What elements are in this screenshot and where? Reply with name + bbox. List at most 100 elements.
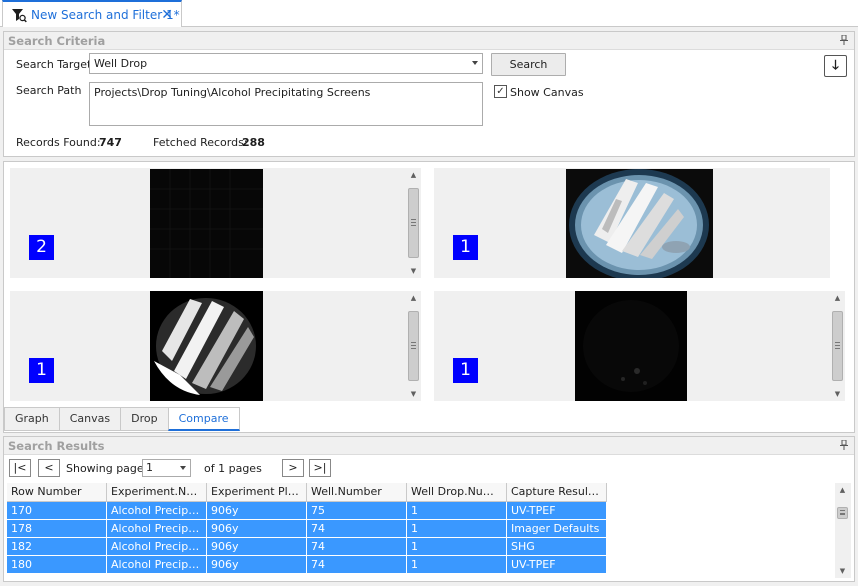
table-cell: 906y [207,502,307,520]
column-header[interactable]: Well Drop.Number [407,483,507,502]
compare-cell[interactable]: 1 [434,291,830,401]
tab-canvas[interactable]: Canvas [58,407,122,431]
fetched-records-value: 288 [242,136,265,149]
records-found-value: 747 [99,136,122,149]
show-canvas-label: Show Canvas [510,86,584,99]
table-cell: 74 [307,520,407,538]
search-target-label: Search Target [16,58,92,71]
table-cell: SHG [507,538,607,556]
table-cell: 1 [407,556,507,574]
scroll-down-icon[interactable]: ▼ [406,387,421,401]
table-cell: 1 [407,538,507,556]
document-tabstrip: New Search and Filter 1* ✕ [0,0,858,27]
scroll-down-icon[interactable]: ▼ [835,564,850,578]
drop-image [150,291,263,401]
column-header[interactable]: Well.Number [307,483,407,502]
chevron-down-icon[interactable] [472,61,478,65]
table-cell: 906y [207,556,307,574]
search-criteria-title: Search Criteria [8,33,106,48]
first-page-button[interactable]: |< [9,459,31,477]
close-icon[interactable]: ✕ [161,7,173,23]
tab-new-search-and-filter[interactable]: New Search and Filter 1* ✕ [2,0,182,27]
table-cell: 906y [207,538,307,556]
scroll-thumb[interactable] [837,507,848,519]
show-canvas-checkbox[interactable]: ✓ [494,85,507,98]
column-header[interactable]: Capture Result.... [507,483,607,502]
arrow-down-icon[interactable]: 🡓 [824,55,847,77]
pin-icon[interactable] [840,440,848,450]
search-target-value: Well Drop [94,57,148,70]
search-button[interactable]: Search [491,53,566,76]
compare-cell[interactable]: 2 [10,168,406,278]
drop-image [150,169,263,278]
scroll-down-icon[interactable]: ▼ [406,264,421,278]
table-cell: 180 [7,556,107,574]
grid-header: Row Number Experiment.Name Experiment Pl… [7,483,607,502]
scroll-up-icon[interactable]: ▲ [406,168,421,182]
drop-image [566,169,713,278]
table-row[interactable]: 182 Alcohol Precipita... 906y 74 1 SHG [7,538,607,556]
pin-icon[interactable] [840,35,848,45]
table-cell: 1 [407,520,507,538]
table-cell: 74 [307,538,407,556]
table-cell: 182 [7,538,107,556]
vertical-scrollbar[interactable]: ▲ ▼ [830,291,845,401]
table-cell: 906y [207,520,307,538]
column-header[interactable]: Row Number [7,483,107,502]
drop-image [575,291,687,401]
next-page-button[interactable]: > [282,459,304,477]
scroll-thumb[interactable] [408,188,419,258]
table-cell: Alcohol Precipita... [107,556,207,574]
scroll-thumb[interactable] [832,311,843,381]
table-cell: UV-TPEF [507,502,607,520]
results-grid: Row Number Experiment.Name Experiment Pl… [7,483,835,578]
dark-drop-image [150,169,263,278]
showing-page-label: Showing page [66,462,144,475]
scroll-thumb[interactable] [408,311,419,381]
compare-cell[interactable]: 1 [434,168,830,278]
compare-cell[interactable]: 1 [10,291,406,401]
fetched-records-label: Fetched Records: [153,136,248,149]
view-tabs: Graph Canvas Drop Compare [4,407,240,431]
crystal-drop-image [566,169,713,278]
search-path-label: Search Path [16,84,82,97]
table-cell: Alcohol Precipita... [107,502,207,520]
table-cell: 75 [307,502,407,520]
search-criteria-header: Search Criteria [4,32,854,50]
results-vertical-scrollbar[interactable]: ▲ ▼ [835,483,851,578]
column-header[interactable]: Experiment Plat... [207,483,307,502]
table-cell: UV-TPEF [507,556,607,574]
table-row[interactable]: 180 Alcohol Precipita... 906y 74 1 UV-TP… [7,556,607,574]
tab-drop[interactable]: Drop [120,407,169,431]
vertical-scrollbar[interactable]: ▲ ▼ [406,291,421,401]
scroll-down-icon[interactable]: ▼ [830,387,845,401]
page-select-value: 1 [146,461,153,474]
search-results-header: Search Results [4,437,854,455]
table-cell: 178 [7,520,107,538]
table-cell: 74 [307,556,407,574]
tab-graph[interactable]: Graph [4,407,60,431]
last-page-button[interactable]: >| [309,459,331,477]
drop-count-badge: 2 [29,235,54,260]
chevron-down-icon[interactable] [180,466,186,470]
search-path-value: Projects\Drop Tuning\Alcohol Precipitati… [94,86,371,99]
search-results-title: Search Results [8,438,105,453]
search-path-input[interactable]: Projects\Drop Tuning\Alcohol Precipitati… [89,82,483,126]
table-cell: Alcohol Precipita... [107,520,207,538]
vertical-scrollbar[interactable]: ▲ ▼ [406,168,421,278]
search-target-combo[interactable]: Well Drop [89,53,483,74]
column-header[interactable]: Experiment.Name [107,483,207,502]
scroll-up-icon[interactable]: ▲ [830,291,845,305]
page-count-label: of 1 pages [204,462,262,475]
previous-page-button[interactable]: < [38,459,60,477]
scroll-up-icon[interactable]: ▲ [835,483,850,497]
table-row[interactable]: 170 Alcohol Precipita... 906y 75 1 UV-TP… [7,502,607,520]
tab-compare[interactable]: Compare [167,407,240,431]
table-cell: Alcohol Precipita... [107,538,207,556]
tab-title: New Search and Filter 1* [31,7,180,22]
page-select[interactable]: 1 [142,459,191,477]
scroll-up-icon[interactable]: ▲ [406,291,421,305]
table-row[interactable]: 178 Alcohol Precipita... 906y 74 1 Image… [7,520,607,538]
dim-drop-image [575,291,687,401]
table-cell: Imager Defaults [507,520,607,538]
